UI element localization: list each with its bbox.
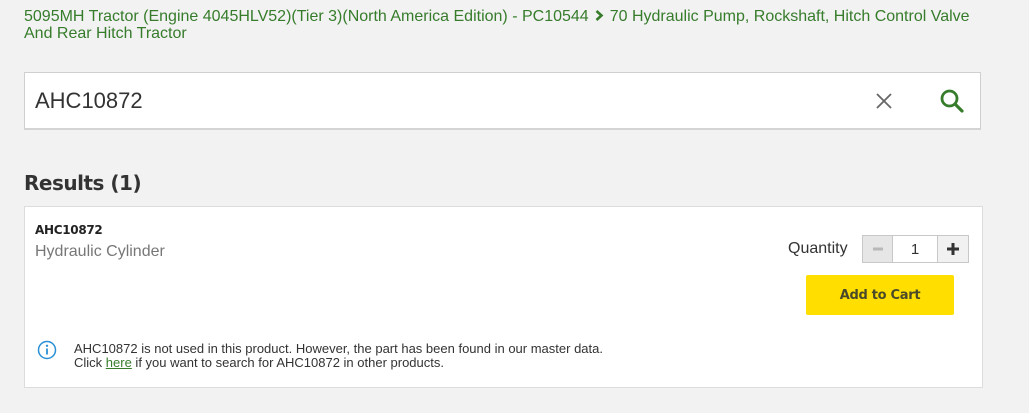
search-icon[interactable] — [939, 88, 965, 114]
search-input[interactable] — [35, 81, 855, 121]
info-icon — [37, 340, 57, 360]
breadcrumb-product-link[interactable]: 5095MH Tractor (Engine 4045HLV52)(Tier 3… — [24, 8, 589, 25]
close-icon[interactable] — [874, 91, 894, 111]
notice-line-2-prefix: Click — [74, 355, 106, 370]
results-heading: Results (1) — [24, 171, 142, 195]
part-number: AHC10872 — [35, 223, 103, 237]
search-box — [24, 72, 981, 130]
notice-text: AHC10872 is not used in this product. Ho… — [74, 342, 774, 370]
notice-line-2-suffix: if you want to search for AHC10872 in ot… — [131, 355, 444, 370]
add-to-cart-button[interactable]: Add to Cart — [806, 275, 954, 315]
result-card: AHC10872 Hydraulic Cylinder Quantity Add… — [24, 206, 983, 388]
chevron-right-icon — [595, 8, 604, 25]
notice-line-2: Click here if you want to search for AHC… — [74, 356, 774, 370]
increase-quantity-button[interactable] — [937, 236, 968, 262]
notice-line-1: AHC10872 is not used in this product. Ho… — [74, 341, 603, 356]
part-name: Hydraulic Cylinder — [35, 243, 165, 260]
quantity-stepper — [862, 235, 969, 263]
decrease-quantity-button[interactable] — [863, 236, 893, 262]
quantity-label: Quantity — [788, 240, 848, 257]
search-other-products-link[interactable]: here — [106, 355, 132, 370]
quantity-input[interactable] — [893, 236, 937, 262]
breadcrumb: 5095MH Tractor (Engine 4045HLV52)(Tier 3… — [24, 8, 984, 42]
